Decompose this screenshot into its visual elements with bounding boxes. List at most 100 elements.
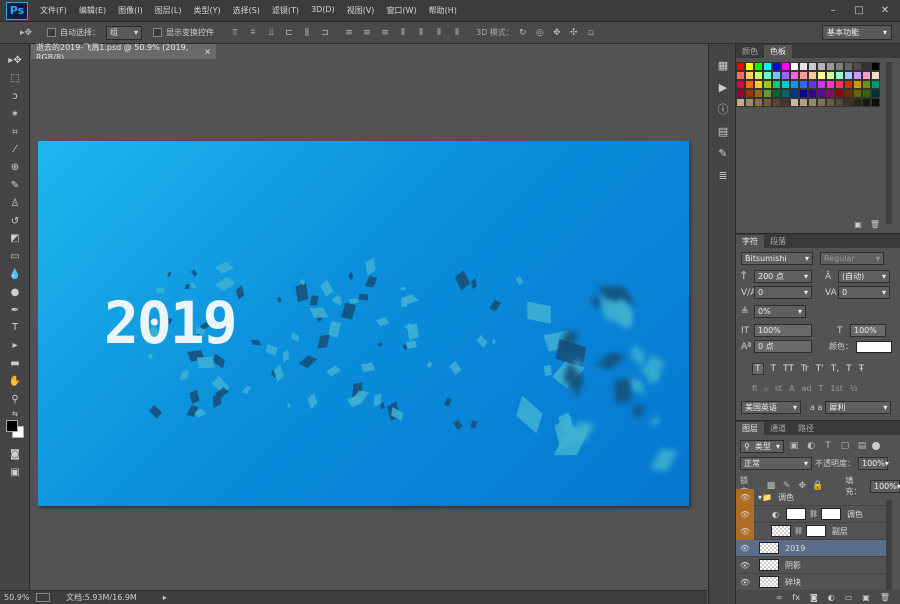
align-vcenter-icon[interactable]: ⫩ [246, 26, 260, 40]
swatch[interactable] [808, 71, 817, 80]
new-layer-icon[interactable]: ▣ [862, 593, 870, 602]
swatch[interactable] [799, 80, 808, 89]
mask-link-icon[interactable]: ⛓ [794, 527, 803, 535]
filter-smart-icon[interactable]: ▤ [855, 439, 869, 453]
path-select-icon[interactable]: ▸ [0, 337, 30, 355]
healing-brush-icon[interactable]: ⊕ [0, 159, 30, 177]
new-swatch-icon[interactable]: ▣ [854, 220, 862, 232]
swatch[interactable] [745, 98, 754, 107]
swatch[interactable] [862, 62, 871, 71]
layer-row[interactable]: 👁 2019 [736, 540, 886, 557]
swatch[interactable] [745, 89, 754, 98]
add-mask-icon[interactable]: ◙ [810, 593, 818, 602]
minimize-icon[interactable]: – [822, 3, 844, 17]
tab-character[interactable]: 字符 [736, 235, 764, 248]
font-size-field[interactable]: 200 点 ▾ [754, 270, 812, 283]
swatch[interactable] [772, 62, 781, 71]
type-style-button[interactable]: T [752, 363, 764, 375]
swatch[interactable] [862, 98, 871, 107]
visibility-eye-icon[interactable]: 👁 [736, 505, 754, 523]
swatch[interactable] [853, 71, 862, 80]
swatch[interactable] [781, 80, 790, 89]
shape-tool-icon[interactable]: ▬ [0, 355, 30, 373]
swatch[interactable] [835, 71, 844, 80]
swatch[interactable] [817, 62, 826, 71]
font-family-select[interactable]: Bitsumishi ▾ [741, 252, 813, 265]
swatch[interactable] [853, 62, 862, 71]
swatch[interactable] [799, 62, 808, 71]
swatch[interactable] [736, 89, 745, 98]
filter-type-icon[interactable]: T [821, 439, 835, 453]
swatch[interactable] [781, 62, 790, 71]
layer-row[interactable]: 👁 ⛓ 副层 [736, 522, 886, 540]
swatch[interactable] [844, 80, 853, 89]
opentype-button[interactable]: T [819, 384, 824, 393]
font-style-select[interactable]: Regular ▾ [820, 252, 884, 265]
distribute-vcenter-icon[interactable]: ≡ [360, 26, 374, 40]
swatch[interactable] [853, 98, 862, 107]
type-tool-icon[interactable]: T [0, 319, 30, 337]
swatch[interactable] [790, 62, 799, 71]
swatch[interactable] [799, 71, 808, 80]
tab-layers[interactable]: 图层 [736, 422, 764, 435]
dodge-tool-icon[interactable]: ● [0, 283, 30, 301]
menu-item[interactable]: 图层(L) [149, 5, 188, 16]
swatch[interactable] [808, 89, 817, 98]
swatch[interactable] [736, 80, 745, 89]
checkbox-show-transform[interactable] [152, 26, 166, 40]
zoom-tool-icon[interactable]: ⚲ [0, 390, 30, 408]
tab-channels[interactable]: 通道 [764, 422, 792, 435]
slide-3d-icon[interactable]: ✣ [567, 26, 581, 40]
opentype-button[interactable]: ad [802, 384, 812, 393]
close-tab-icon[interactable]: × [204, 47, 211, 56]
scale-3d-icon[interactable]: ▫ [584, 26, 598, 40]
swatch[interactable] [763, 71, 772, 80]
swatch[interactable] [808, 98, 817, 107]
swatch[interactable] [754, 71, 763, 80]
layer-row[interactable]: 👁 阴影 [736, 557, 886, 574]
opentype-button[interactable]: ℴ [764, 384, 768, 393]
layer-row[interactable]: 👁 ▾ 📁 调色 [736, 488, 886, 506]
distribute-right-icon[interactable]: ⦀ [432, 26, 446, 40]
swatch[interactable] [871, 89, 880, 98]
swatch[interactable] [817, 71, 826, 80]
swatch-scrollbar[interactable] [886, 62, 892, 224]
swatch[interactable] [871, 62, 880, 71]
opentype-button[interactable]: 1st [830, 384, 842, 393]
filter-toggle-icon[interactable] [872, 442, 880, 450]
swatch[interactable] [736, 98, 745, 107]
opentype-button[interactable]: fi [752, 384, 757, 393]
swatch[interactable] [772, 80, 781, 89]
swatch[interactable] [835, 89, 844, 98]
swatch[interactable] [790, 71, 799, 80]
checkbox-auto-select[interactable] [46, 26, 60, 40]
swatch[interactable] [871, 80, 880, 89]
visibility-eye-icon[interactable]: 👁 [736, 488, 754, 506]
align-top-icon[interactable]: ⫪ [228, 26, 242, 40]
swatch[interactable] [745, 62, 754, 71]
swatch[interactable] [871, 98, 880, 107]
export-icon[interactable] [36, 593, 50, 602]
opacity-field[interactable]: 100% ▾ [858, 457, 889, 470]
swatch[interactable] [853, 80, 862, 89]
visibility-eye-icon[interactable]: 👁 [736, 574, 754, 591]
swatch[interactable] [763, 62, 772, 71]
opentype-button[interactable]: ½ [850, 384, 858, 393]
rotate-3d-icon[interactable]: ↻ [516, 26, 530, 40]
swatch[interactable] [799, 89, 808, 98]
swatch[interactable] [826, 80, 835, 89]
horizontal-scale-field[interactable]: 100% [850, 324, 886, 337]
swatch[interactable] [781, 71, 790, 80]
menu-item[interactable]: 窗口(W) [380, 5, 422, 16]
type-style-button[interactable]: T [846, 364, 852, 374]
swatch[interactable] [763, 98, 772, 107]
type-style-button[interactable]: TT [783, 364, 794, 374]
distribute-top-icon[interactable]: ≡ [342, 26, 356, 40]
new-adjustment-icon[interactable]: ◐ [828, 593, 835, 602]
quick-mask-icon[interactable]: ◙ [0, 446, 30, 464]
swap-colors-icon[interactable]: ⇆ [0, 408, 30, 420]
status-arrow-icon[interactable]: ▸ [163, 593, 167, 602]
distribute-bottom-icon[interactable]: ≡ [378, 26, 392, 40]
swatch[interactable] [808, 62, 817, 71]
mask-thumbnail[interactable] [805, 525, 826, 537]
